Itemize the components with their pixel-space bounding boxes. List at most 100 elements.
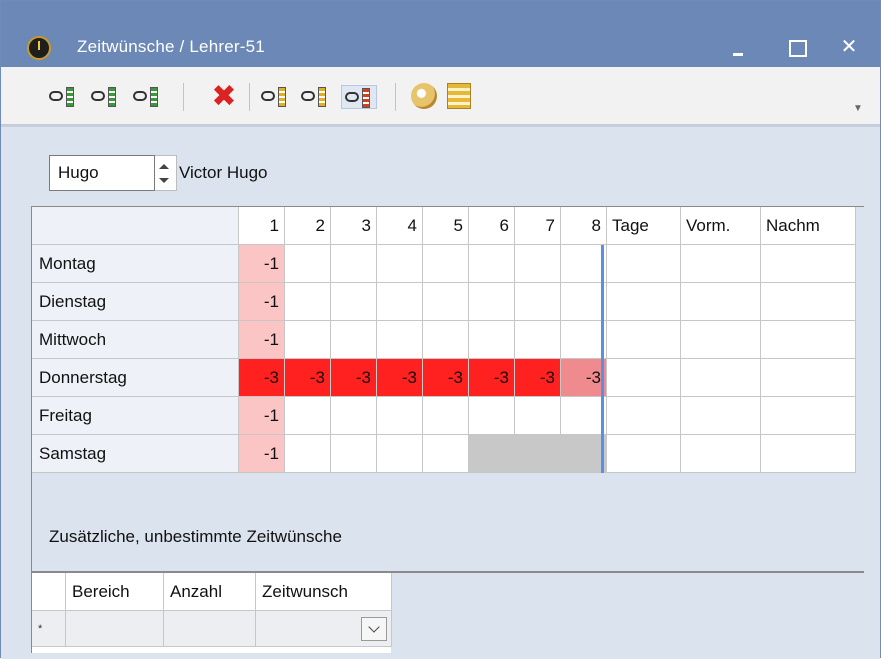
grid-cell[interactable]: -3 <box>285 359 331 397</box>
overflow-chevron-icon[interactable]: ▼ <box>853 103 863 114</box>
zeitwunsch-dropdown-button[interactable] <box>361 617 387 641</box>
row-header[interactable]: Donnerstag <box>32 359 239 397</box>
grid-cell[interactable] <box>761 245 856 283</box>
grid-cell[interactable] <box>285 435 331 473</box>
grid-cell[interactable] <box>285 245 331 283</box>
row-header[interactable]: Freitag <box>32 397 239 435</box>
row-header[interactable]: Montag <box>32 245 239 283</box>
col-header[interactable]: 5 <box>423 207 469 245</box>
grid-cell-unavailable[interactable] <box>515 435 561 473</box>
col-header[interactable]: 8 <box>561 207 607 245</box>
grid-cell[interactable] <box>607 283 681 321</box>
row-header[interactable]: Mittwoch <box>32 321 239 359</box>
list-edit-icon[interactable] <box>447 83 471 109</box>
grid-cell[interactable] <box>607 435 681 473</box>
grid-cell[interactable]: -1 <box>239 283 285 321</box>
col-header[interactable]: Vorm. <box>681 207 761 245</box>
grid-cell[interactable] <box>607 245 681 283</box>
grid-cell[interactable] <box>761 283 856 321</box>
grid-cell[interactable] <box>423 435 469 473</box>
grid-cell[interactable]: -3 <box>423 359 469 397</box>
grid-cell[interactable] <box>681 359 761 397</box>
col-header[interactable]: 6 <box>469 207 515 245</box>
wish-plus-1-icon[interactable] <box>133 85 163 109</box>
grid-cell[interactable] <box>515 283 561 321</box>
paint-icon[interactable] <box>411 83 437 109</box>
grid-cell[interactable] <box>423 397 469 435</box>
grid-cell[interactable] <box>681 397 761 435</box>
col-header[interactable]: 2 <box>285 207 331 245</box>
grid-cell[interactable] <box>331 435 377 473</box>
grid-cell[interactable] <box>681 321 761 359</box>
grid-cell[interactable] <box>285 321 331 359</box>
grid-cell[interactable] <box>515 245 561 283</box>
grid-cell[interactable]: -1 <box>239 397 285 435</box>
grid-cell[interactable] <box>423 321 469 359</box>
zeitwunsch-cell[interactable] <box>256 611 392 647</box>
grid-cell[interactable] <box>681 245 761 283</box>
col-header[interactable]: 7 <box>515 207 561 245</box>
col-header[interactable]: 4 <box>377 207 423 245</box>
wish-plus-2-icon[interactable] <box>91 85 121 109</box>
minimize-button[interactable] <box>719 31 755 63</box>
col-header[interactable]: Nachm <box>761 207 856 245</box>
grid-cell[interactable] <box>423 245 469 283</box>
grid-cell[interactable] <box>681 435 761 473</box>
row-header[interactable]: Dienstag <box>32 283 239 321</box>
grid-cell[interactable] <box>607 397 681 435</box>
grid-cell[interactable] <box>469 283 515 321</box>
grid-cell[interactable] <box>681 283 761 321</box>
spin-down-icon[interactable] <box>159 178 169 183</box>
col-header[interactable]: Tage <box>607 207 681 245</box>
grid-cell-unavailable[interactable] <box>469 435 515 473</box>
spin-up-icon[interactable] <box>159 164 169 169</box>
extra-col-header[interactable]: Anzahl <box>164 573 256 611</box>
grid-cell[interactable] <box>761 435 856 473</box>
grid-cell[interactable]: -3 <box>331 359 377 397</box>
extra-col-header[interactable]: Bereich <box>66 573 164 611</box>
wish-plus-3-icon[interactable] <box>49 85 79 109</box>
grid-cell[interactable] <box>515 321 561 359</box>
row-header[interactable]: Samstag <box>32 435 239 473</box>
grid-cell[interactable] <box>761 359 856 397</box>
close-button[interactable]: ✕ <box>831 31 867 63</box>
grid-cell[interactable] <box>331 245 377 283</box>
grid-cell[interactable] <box>761 321 856 359</box>
col-header[interactable]: 1 <box>239 207 285 245</box>
grid-cell[interactable]: -3 <box>377 359 423 397</box>
teacher-code-input[interactable]: Hugo <box>49 155 155 191</box>
grid-cell[interactable] <box>285 397 331 435</box>
grid-cell[interactable]: -3 <box>469 359 515 397</box>
grid-cell[interactable] <box>515 397 561 435</box>
grid-cell[interactable] <box>377 435 423 473</box>
wish-minus-1-icon[interactable] <box>261 85 291 109</box>
grid-cell[interactable]: -1 <box>239 245 285 283</box>
extra-col-header[interactable]: Zeitwunsch <box>256 573 392 611</box>
grid-cell[interactable]: -1 <box>239 321 285 359</box>
delete-icon[interactable]: ✖ <box>209 82 239 113</box>
anzahl-cell[interactable] <box>164 611 256 647</box>
grid-cell[interactable] <box>607 321 681 359</box>
grid-cell[interactable] <box>761 397 856 435</box>
grid-cell[interactable] <box>377 283 423 321</box>
grid-cell[interactable]: -3 <box>515 359 561 397</box>
col-header[interactable]: 3 <box>331 207 377 245</box>
wish-minus-2-icon[interactable] <box>301 85 331 109</box>
grid-cell[interactable] <box>285 283 331 321</box>
grid-cell[interactable] <box>423 283 469 321</box>
grid-cell[interactable] <box>469 321 515 359</box>
grid-cell[interactable] <box>331 321 377 359</box>
grid-cell[interactable] <box>331 397 377 435</box>
maximize-button[interactable] <box>777 31 813 63</box>
grid-cell[interactable] <box>377 397 423 435</box>
grid-cell[interactable]: -3 <box>239 359 285 397</box>
grid-cell[interactable] <box>331 283 377 321</box>
wish-minus-3-icon[interactable] <box>341 85 377 109</box>
grid-cell[interactable] <box>469 397 515 435</box>
grid-cell[interactable] <box>469 245 515 283</box>
grid-cell[interactable] <box>377 245 423 283</box>
grid-cell[interactable]: -1 <box>239 435 285 473</box>
grid-cell[interactable] <box>607 359 681 397</box>
bereich-cell[interactable] <box>66 611 164 647</box>
teacher-spinner[interactable] <box>155 155 177 191</box>
